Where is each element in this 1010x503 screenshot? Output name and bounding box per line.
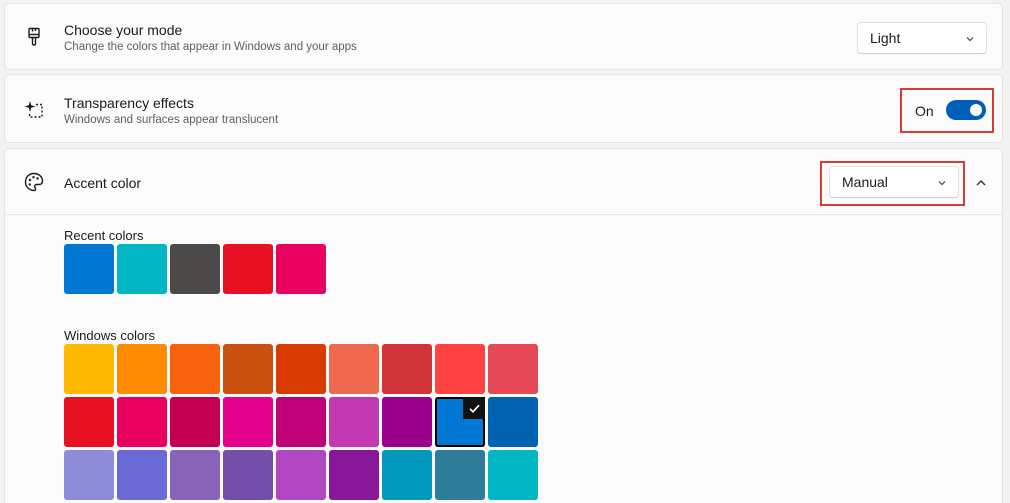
color-swatch[interactable] xyxy=(64,244,114,294)
color-swatch[interactable] xyxy=(64,344,114,394)
color-swatch[interactable] xyxy=(170,397,220,447)
color-swatch[interactable] xyxy=(170,244,220,294)
highlight-box-accent xyxy=(820,161,965,206)
mode-dropdown-value: Light xyxy=(870,30,901,46)
sparkle-icon xyxy=(23,98,45,120)
color-swatch[interactable] xyxy=(435,397,485,447)
transparency-title: Transparency effects xyxy=(64,95,194,111)
transparency-description: Windows and surfaces appear translucent xyxy=(64,114,279,126)
color-swatch[interactable] xyxy=(435,344,485,394)
color-swatch[interactable] xyxy=(329,450,379,500)
color-swatch[interactable] xyxy=(64,397,114,447)
color-swatch[interactable] xyxy=(276,344,326,394)
accent-title: Accent color xyxy=(64,175,142,191)
mode-title: Choose your mode xyxy=(64,22,183,38)
color-swatch[interactable] xyxy=(488,450,538,500)
color-swatch[interactable] xyxy=(170,450,220,500)
color-swatch[interactable] xyxy=(435,450,485,500)
chevron-down-icon xyxy=(964,33,976,45)
accent-setting-card: Accent color Manual Recent colors Window… xyxy=(4,148,1003,503)
windows-colors-row xyxy=(64,450,538,500)
color-swatch[interactable] xyxy=(117,244,167,294)
accent-header[interactable]: Accent color Manual xyxy=(5,149,1002,215)
color-swatch[interactable] xyxy=(488,344,538,394)
color-swatch[interactable] xyxy=(382,450,432,500)
color-swatch[interactable] xyxy=(117,397,167,447)
color-swatch[interactable] xyxy=(382,344,432,394)
checkmark-icon xyxy=(463,397,485,419)
color-swatch[interactable] xyxy=(117,450,167,500)
color-swatch[interactable] xyxy=(276,450,326,500)
color-swatch[interactable] xyxy=(276,397,326,447)
color-swatch[interactable] xyxy=(170,344,220,394)
mode-dropdown[interactable]: Light xyxy=(857,22,987,54)
transparency-setting-card: Transparency effects Windows and surface… xyxy=(4,74,1003,143)
windows-colors-row xyxy=(64,397,538,447)
highlight-box-toggle xyxy=(900,88,994,133)
chevron-up-icon[interactable] xyxy=(974,176,988,190)
color-swatch[interactable] xyxy=(117,344,167,394)
paintbrush-icon xyxy=(23,26,45,48)
recent-colors-label: Recent colors xyxy=(64,228,144,243)
color-swatch[interactable] xyxy=(329,397,379,447)
color-swatch[interactable] xyxy=(382,397,432,447)
windows-colors-row xyxy=(64,344,538,394)
mode-setting-card: Choose your mode Change the colors that … xyxy=(4,3,1003,70)
windows-colors-label: Windows colors xyxy=(64,328,156,343)
color-swatch[interactable] xyxy=(329,344,379,394)
recent-colors-row xyxy=(64,244,326,294)
color-swatch[interactable] xyxy=(223,397,273,447)
color-swatch[interactable] xyxy=(64,450,114,500)
palette-icon xyxy=(23,171,45,193)
color-swatch[interactable] xyxy=(223,344,273,394)
color-swatch[interactable] xyxy=(488,397,538,447)
color-swatch[interactable] xyxy=(276,244,326,294)
color-swatch[interactable] xyxy=(223,244,273,294)
color-swatch[interactable] xyxy=(223,450,273,500)
mode-description: Change the colors that appear in Windows… xyxy=(64,41,357,53)
